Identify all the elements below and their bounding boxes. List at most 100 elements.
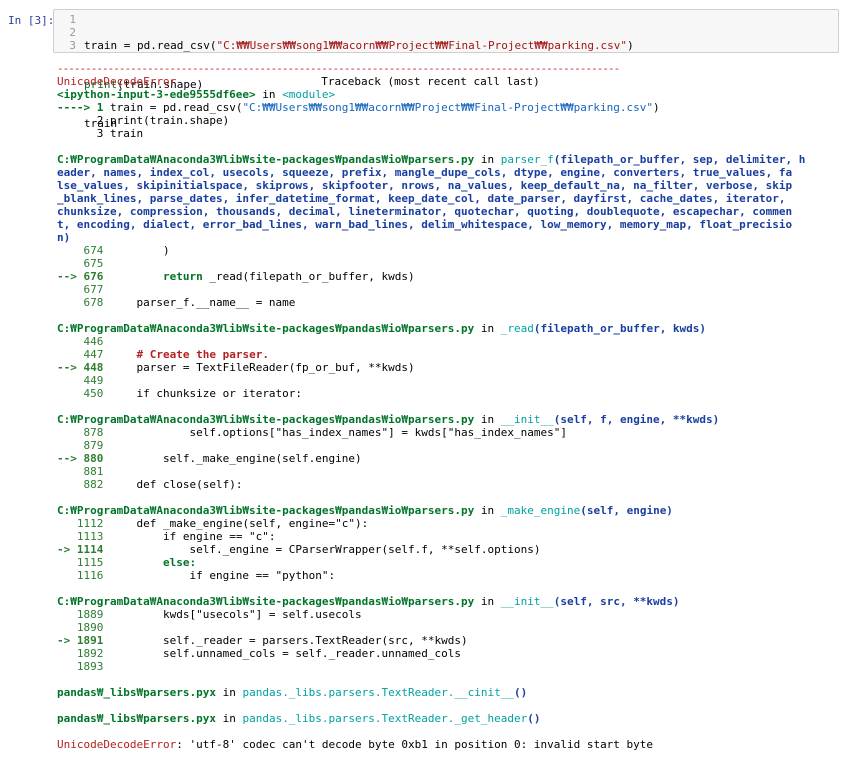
frame-string: "C:₩₩Users₩₩song1₩₩acorn₩₩Project₩₩Final… — [242, 101, 654, 114]
blank — [57, 491, 842, 504]
line-number: 2 — [69, 26, 76, 39]
line-number: 3 — [69, 39, 76, 52]
frame-code: if chunksize or iterator: — [136, 387, 303, 400]
frame-line: 3 train — [57, 127, 144, 140]
error-name: UnicodeDecodeError — [57, 738, 177, 751]
line-no: 1893 — [57, 660, 104, 673]
frame-header: C:₩ProgramData₩Anaconda3₩lib₩site-packag… — [57, 504, 842, 517]
frame-args: (self, engine) — [580, 504, 673, 517]
frame-line: 1113 if engine == "c": — [57, 530, 842, 543]
code-line: train = pd.read_csv("C:₩₩Users₩₩song1₩₩a… — [84, 39, 634, 52]
frame-line: 1892 self.unnamed_cols = self._reader.un… — [57, 647, 842, 660]
blank — [57, 699, 842, 712]
error-header: UnicodeDecodeError Traceback (most recent… — [57, 75, 842, 88]
frame-code: ) — [653, 101, 660, 114]
line-no: 1892 — [57, 647, 163, 660]
frame-code: self._engine = CParserWrapper(self.f, **… — [189, 543, 541, 556]
frame-line: --> 448 parser = TextFileReader(fp_or_bu… — [57, 361, 842, 374]
line-no: --> 448 — [57, 361, 137, 374]
in-word: in — [215, 686, 243, 699]
frame-fn: <module> — [282, 88, 336, 101]
traceback-output: ----------------------------------------… — [57, 62, 842, 751]
blank — [57, 673, 842, 686]
line-no: 678 — [57, 296, 137, 309]
frame-args: n) — [57, 231, 71, 244]
in-word: in — [474, 153, 501, 166]
frame-line: 878 self.options["has_index_names"] = kw… — [57, 426, 842, 439]
line-no: 450 — [57, 387, 137, 400]
line-no: 1112 — [57, 517, 137, 530]
frame-args: (filepath_or_buffer, sep, delimiter, h — [553, 153, 806, 166]
frame-fn: pandas._libs.parsers.TextReader._get_hea… — [242, 712, 528, 725]
line-no: 882 — [57, 478, 137, 491]
frame-code: self._reader = parsers.TextReader(src, *… — [162, 634, 468, 647]
line-no: 449 — [57, 374, 104, 387]
frame-args: _blank_lines, parse_dates, infer_datetim… — [57, 192, 786, 205]
cell-prompt: In [3]: — [8, 14, 55, 27]
frame-fn: __init__ — [500, 595, 554, 608]
frame-line: 447 # Create the parser. — [57, 348, 842, 361]
frame-line: 1116 if engine == "python": — [57, 569, 842, 582]
frame-code: kwds["usecols"] = self.usecols — [162, 608, 362, 621]
frame-code: parser = TextFileReader(fp_or_buf, **kwd… — [136, 361, 415, 374]
file-path: C:₩ProgramData₩Anaconda3₩lib₩site-packag… — [57, 153, 475, 166]
line-no: 1889 — [57, 608, 163, 621]
frame-code: self.unnamed_cols = self._reader.unnamed… — [162, 647, 461, 660]
blank — [57, 400, 842, 413]
frame-header: C:₩ProgramData₩Anaconda3₩lib₩site-packag… — [57, 413, 842, 426]
line-no: 1115 — [57, 556, 163, 569]
line-no: 677 — [57, 283, 104, 296]
line-no: 879 — [57, 439, 104, 452]
file-path: pandas₩_libs₩parsers.pyx — [57, 686, 216, 699]
blank — [57, 725, 842, 738]
frame-line: 882 def close(self): — [57, 478, 842, 491]
frame-line: --> 880 self._make_engine(self.engine) — [57, 452, 842, 465]
frame-fn: parser_f — [500, 153, 554, 166]
frame-code: ) — [162, 244, 170, 257]
in-word: in — [474, 322, 501, 335]
frame-line: 1893 — [57, 660, 842, 673]
arrow: ----> 1 — [57, 101, 110, 114]
code-string: "C:₩₩Users₩₩song1₩₩acorn₩₩Project₩₩Final… — [216, 39, 628, 52]
line-no: 447 — [57, 348, 137, 361]
frame-line: 881 — [57, 465, 842, 478]
line-no: 675 — [57, 257, 104, 270]
line-no: 674 — [57, 244, 163, 257]
code-text: train = pd.read_csv( — [84, 39, 217, 52]
frame-fn: pandas._libs.parsers.TextReader.__cinit_… — [242, 686, 514, 699]
file-path: C:₩ProgramData₩Anaconda3₩lib₩site-packag… — [57, 413, 475, 426]
line-no: --> 676 — [57, 270, 163, 283]
frame-args: lse_values, skipinitialspace, skiprows, … — [57, 179, 793, 192]
frame-line: 1890 — [57, 621, 842, 634]
in-word: in — [215, 712, 243, 725]
error-text: : 'utf-8' codec can't decode byte 0xb1 i… — [176, 738, 654, 751]
frame-code: self.options["has_index_names"] = kwds["… — [189, 426, 567, 439]
frame-line: 2 print(train.shape) — [57, 114, 230, 127]
error-name: UnicodeDecodeError — [57, 75, 177, 88]
in-word: in — [474, 595, 501, 608]
line-no: 446 — [57, 335, 104, 348]
frame-header: C:₩ProgramData₩Anaconda3₩lib₩site-packag… — [57, 595, 842, 608]
frame-line: -> 1891 self._reader = parsers.TextReade… — [57, 634, 842, 647]
frame-code: self._make_engine(self.engine) — [162, 452, 362, 465]
frame-code: else: — [162, 556, 197, 569]
file-path: C:₩ProgramData₩Anaconda3₩lib₩site-packag… — [57, 322, 475, 335]
frame-code: if engine == "python": — [189, 569, 336, 582]
separator: ----------------------------------------… — [57, 62, 620, 75]
frame-code: parser_f.__name__ = name — [136, 296, 296, 309]
traceback-label: Traceback (most recent call last) — [321, 75, 540, 88]
frame-header: C:₩ProgramData₩Anaconda3₩lib₩site-packag… — [57, 322, 842, 335]
frame-header: C:₩ProgramData₩Anaconda3₩lib₩site-packag… — [57, 153, 842, 166]
frame-args: chunksize, compression, thousands, decim… — [57, 205, 793, 218]
frame-header: <ipython-input-3-ede9555df6ee> in <modul… — [57, 88, 842, 101]
blank — [57, 309, 842, 322]
frame-line: 678 parser_f.__name__ = name — [57, 296, 842, 309]
frame-line: 674 ) — [57, 244, 842, 257]
frame-code: train = pd.read_csv( — [109, 101, 243, 114]
frame-args: () — [527, 712, 541, 725]
line-no: 878 — [57, 426, 190, 439]
blank — [57, 140, 842, 153]
code-cell[interactable]: 1 2 3 train = pd.read_csv("C:₩₩Users₩₩so… — [53, 9, 839, 130]
frame-args: () — [513, 686, 528, 699]
frame-code: def close(self): — [136, 478, 243, 491]
